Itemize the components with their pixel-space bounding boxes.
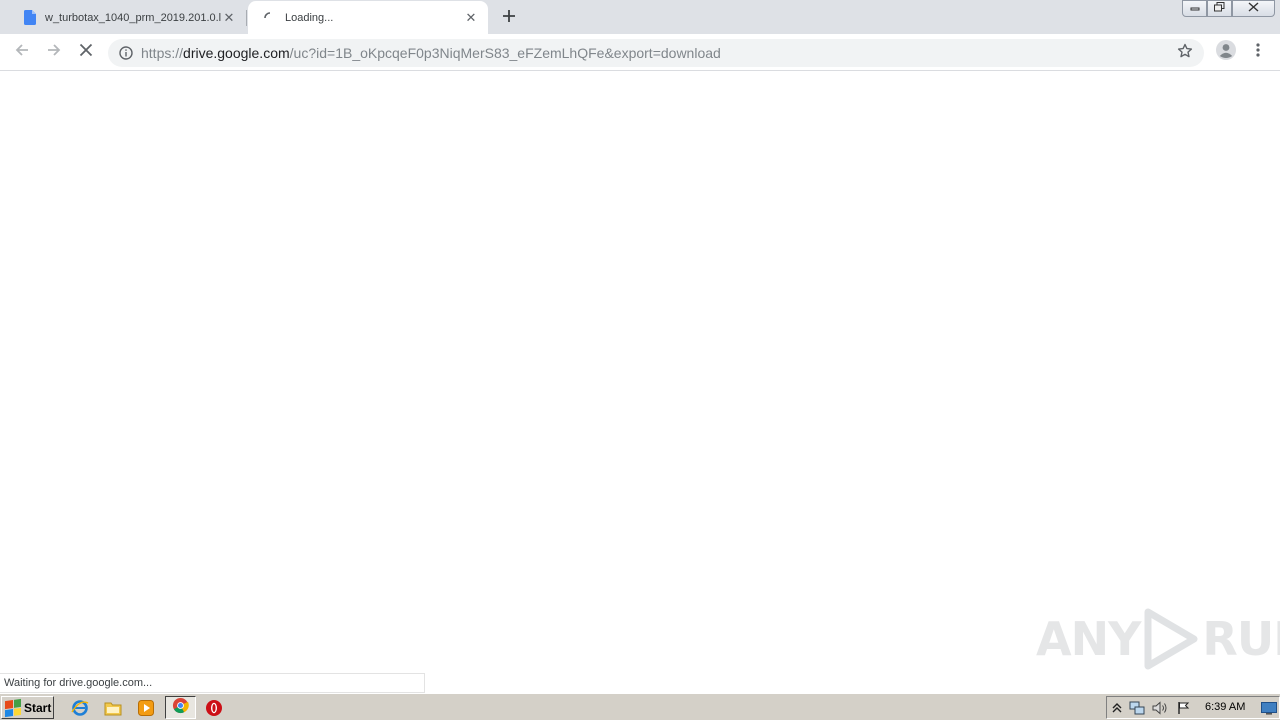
profile-button[interactable] [1214,39,1238,65]
tab-title: Loading... [285,11,334,24]
start-label: Start [24,700,52,715]
google-docs-icon [22,10,38,26]
anyrun-watermark: ANY RUN [1036,606,1280,672]
internet-explorer-icon[interactable] [69,697,91,719]
forward-arrow-icon [46,42,62,63]
tab-close-icon[interactable]: ✕ [463,10,479,26]
taskbar-clock[interactable]: 6:39 AM [1205,701,1245,713]
play-logo-icon [1142,608,1200,670]
url-path: /uc?id=1B_oKpcqeF0p3NiqMerS83_eFZemLhQFe… [289,45,721,61]
minimize-icon [1190,3,1200,14]
kebab-menu-icon [1256,42,1260,62]
forward-button[interactable] [42,40,66,64]
site-info-icon[interactable] [118,45,134,61]
restore-button[interactable] [1207,0,1232,17]
chrome-icon [172,697,189,719]
tab-loading[interactable]: Loading... ✕ [248,1,488,34]
minimize-button[interactable] [1182,0,1207,17]
tab-title: w_turbotax_1040_prm_2019.201.0.l [45,11,221,24]
chrome-taskbar-button[interactable] [165,696,196,719]
page-viewport [0,72,1280,693]
start-button[interactable]: Start [1,696,54,719]
loading-spinner-icon [262,10,278,26]
volume-icon[interactable] [1152,700,1168,716]
stop-icon [79,43,93,62]
address-bar[interactable]: https://drive.google.com/uc?id=1B_oKpcqe… [108,39,1204,67]
browser-toolbar: https://drive.google.com/uc?id=1B_oKpcqe… [0,34,1280,71]
window-controls [1182,0,1275,17]
profile-icon [1216,39,1236,65]
url-host: drive.google.com [183,45,290,61]
tab-turbotax[interactable]: w_turbotax_1040_prm_2019.201.0.l ✕ [8,1,246,34]
plus-icon [502,6,516,29]
system-tray: 6:39 AM [1106,696,1280,719]
windows-logo-icon [5,698,21,717]
watermark-text-left: ANY [1036,612,1141,666]
close-window-button[interactable] [1232,0,1275,17]
stop-loading-button[interactable] [74,40,98,64]
opera-icon[interactable] [203,697,225,719]
star-icon [1177,43,1193,64]
show-desktop-icon[interactable] [1260,700,1278,716]
browser-menu-button[interactable] [1246,40,1270,64]
close-icon [1248,2,1259,15]
show-hidden-icons-icon[interactable] [1109,700,1125,716]
back-button[interactable] [10,40,34,64]
watermark-text-right: RUN [1202,612,1280,666]
media-player-icon[interactable] [135,697,157,719]
tab-divider [246,10,247,26]
tab-strip: w_turbotax_1040_prm_2019.201.0.l ✕ Loadi… [0,0,1280,34]
action-center-flag-icon[interactable] [1176,700,1192,716]
tab-close-icon[interactable]: ✕ [221,10,237,26]
taskbar: Start 6:39 AM [0,693,1280,720]
back-arrow-icon [14,42,30,63]
new-tab-button[interactable] [499,7,519,27]
url-text[interactable]: https://drive.google.com/uc?id=1B_oKpcqe… [141,45,721,61]
status-bubble: Waiting for drive.google.com... [0,673,425,693]
network-icon[interactable] [1129,700,1145,716]
bookmark-button[interactable] [1176,43,1194,64]
restore-icon [1214,2,1225,15]
file-explorer-icon[interactable] [102,697,124,719]
url-scheme: https:// [141,45,184,61]
